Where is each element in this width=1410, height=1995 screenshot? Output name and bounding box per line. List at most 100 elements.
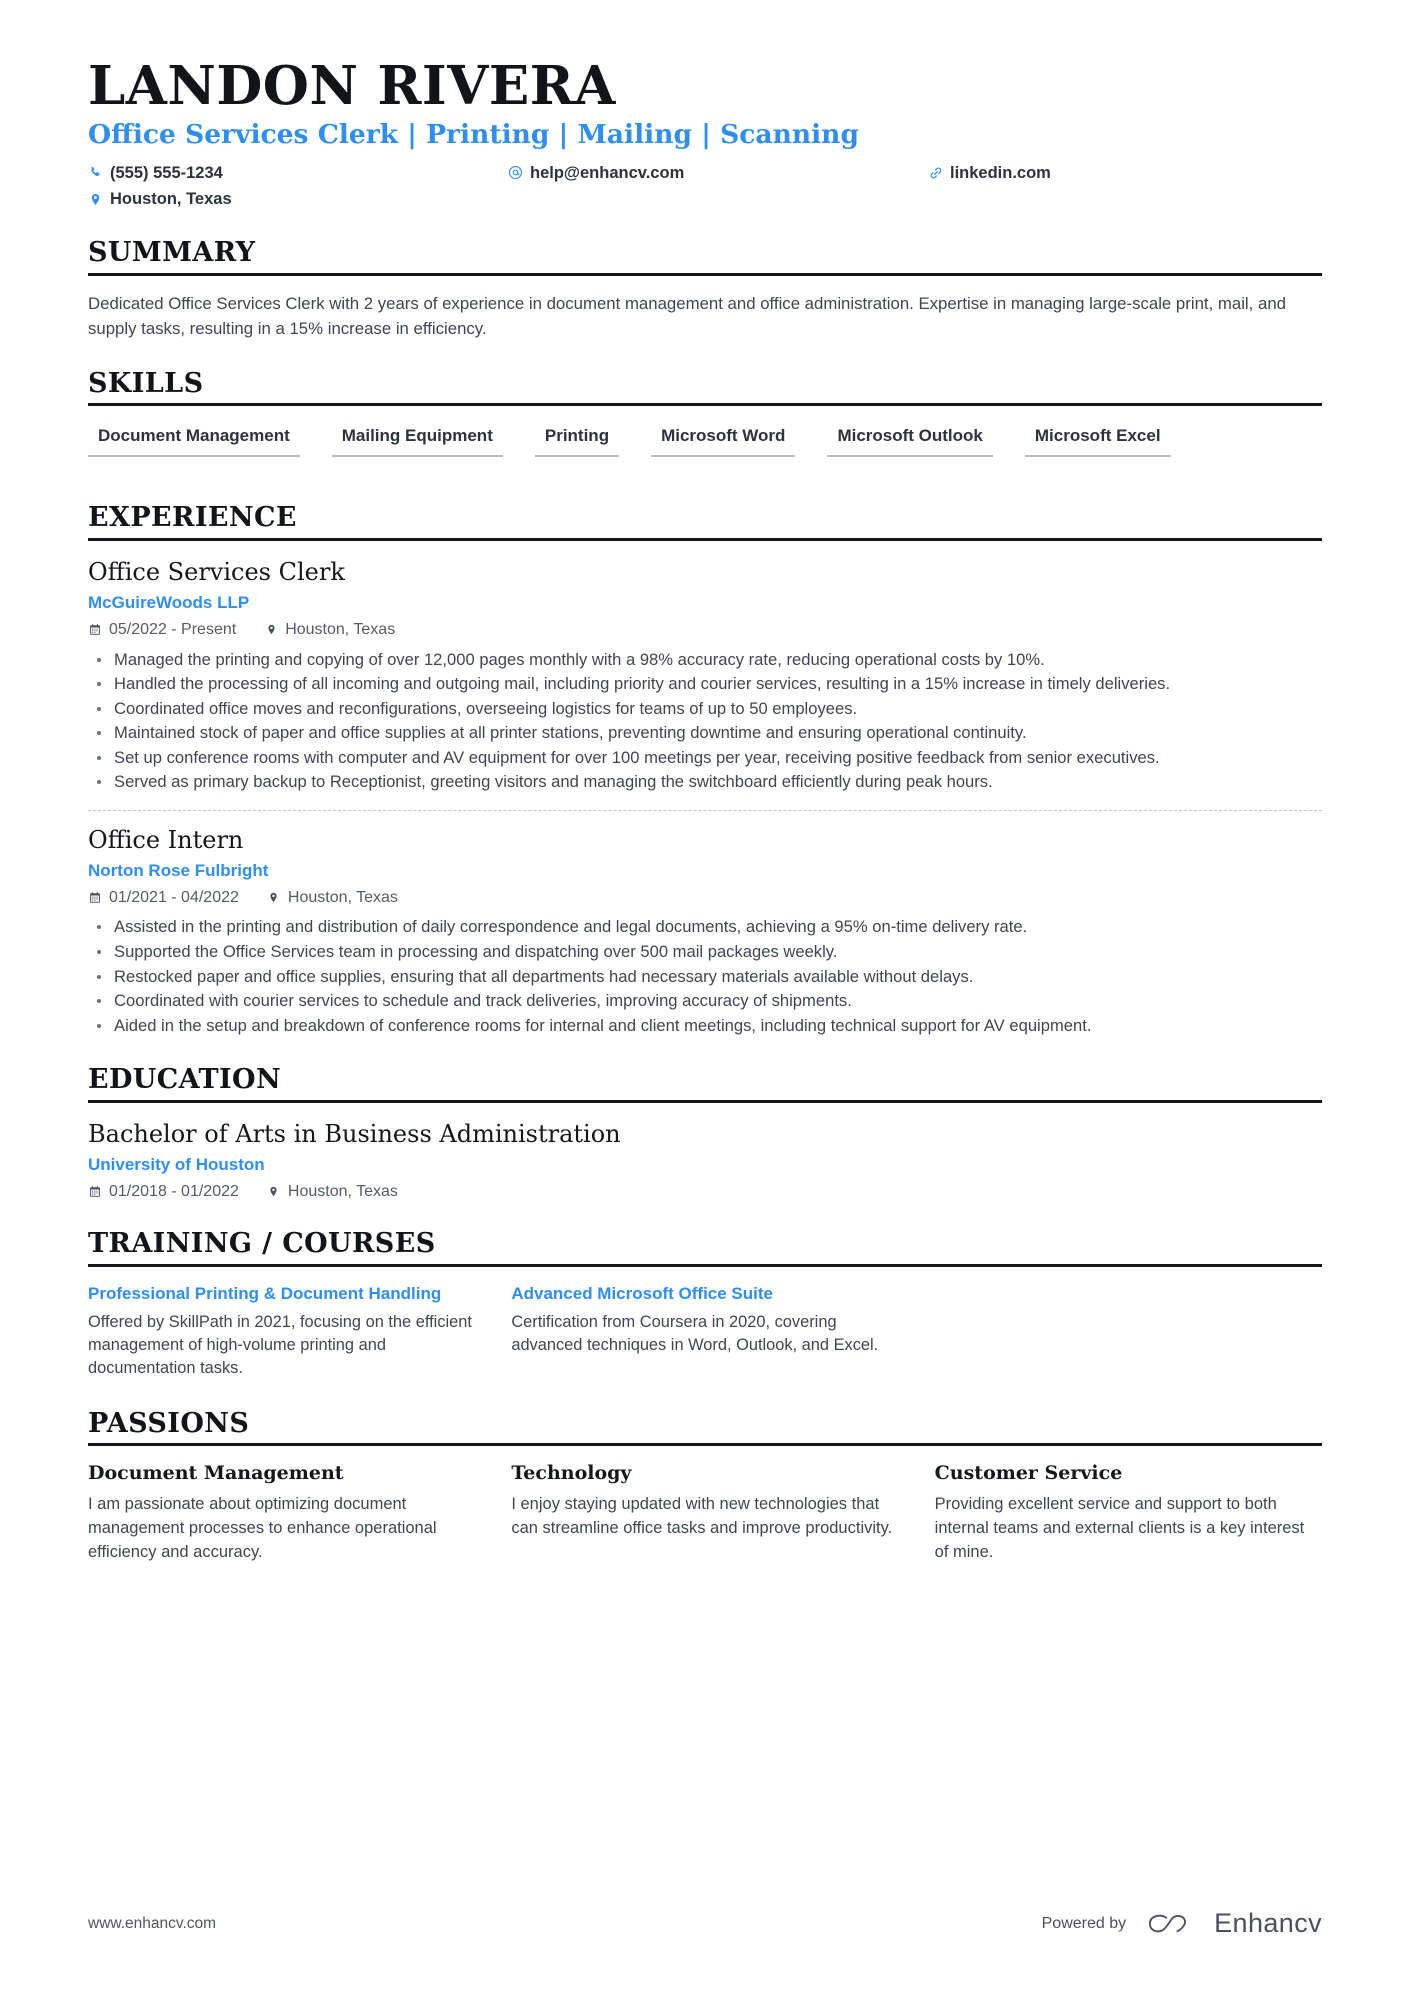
- section-divider: [88, 403, 1322, 407]
- experience-entry: Office Intern Norton Rose Fulbright 01/2…: [88, 825, 1322, 1037]
- section-experience: EXPERIENCE Office Services Clerk McGuire…: [88, 503, 1322, 1037]
- link-icon: [928, 164, 943, 182]
- job-bullet: Maintained stock of paper and office sup…: [88, 721, 1320, 745]
- email-icon: [508, 164, 523, 182]
- skill-chip: Printing: [534, 422, 620, 458]
- job-meta: 05/2022 - Present Houston, Texas: [88, 620, 1322, 639]
- job-bullets: Managed the printing and copying of over…: [88, 648, 1322, 794]
- contact-phone[interactable]: (555) 555-1234: [88, 163, 508, 184]
- powered-by-label: Powered by: [1041, 1914, 1127, 1932]
- section-title-passions: PASSIONS: [88, 1407, 250, 1439]
- page-footer: www.enhancv.com Powered by Enhancv: [88, 1908, 1322, 1939]
- section-title-skills: SKILLS: [88, 367, 204, 399]
- job-bullet: Coordinated office moves and reconfigura…: [88, 697, 1320, 721]
- job-title: Office Services Clerk: [88, 558, 345, 587]
- section-training: TRAINING / COURSES Professional Printing…: [88, 1229, 1322, 1380]
- course-item: Professional Printing & Document Handlin…: [88, 1283, 475, 1381]
- passion-title: Document Management: [88, 1462, 344, 1485]
- section-passions: PASSIONS Document Management I am passio…: [88, 1407, 1322, 1565]
- contact-linkedin-value: linkedin.com: [950, 163, 1051, 182]
- company-name[interactable]: McGuireWoods LLP: [88, 592, 1322, 613]
- section-divider: [88, 1264, 1322, 1267]
- contact-linkedin[interactable]: linkedin.com: [928, 163, 1322, 184]
- job-location: Houston, Texas: [264, 620, 395, 639]
- company-name[interactable]: Norton Rose Fulbright: [88, 860, 1322, 881]
- education-dates: 01/2018 - 01/2022: [88, 1182, 239, 1201]
- job-title: Office Intern: [88, 825, 244, 854]
- passion-description: Providing excellent service and support …: [934, 1495, 1305, 1561]
- job-dates: 05/2022 - Present: [88, 620, 236, 639]
- passion-item: Technology I enjoy staying updated with …: [511, 1462, 898, 1564]
- job-bullets: Assisted in the printing and distributio…: [88, 915, 1322, 1037]
- resume-header: LANDON RIVERA Office Services Clerk | Pr…: [88, 58, 1322, 210]
- job-bullet: Set up conference rooms with computer an…: [88, 746, 1320, 770]
- job-location: Houston, Texas: [267, 888, 398, 907]
- calendar-icon: [88, 1184, 102, 1200]
- course-item: Advanced Microsoft Office Suite Certific…: [511, 1283, 898, 1381]
- section-divider: [88, 538, 1322, 542]
- section-title-education: EDUCATION: [88, 1064, 282, 1096]
- course-item-empty: [935, 1283, 1322, 1381]
- section-title-experience: EXPERIENCE: [88, 502, 297, 534]
- section-skills: SKILLS Document Management Mailing Equip…: [88, 369, 1322, 476]
- enhancv-wordmark: Enhancv: [1214, 1908, 1322, 1938]
- section-summary: SUMMARY Dedicated Office Services Clerk …: [88, 238, 1322, 341]
- job-location-value: Houston, Texas: [285, 621, 396, 639]
- job-bullet: Served as primary backup to Receptionist…: [88, 770, 1320, 794]
- school-name[interactable]: University of Houston: [88, 1154, 1322, 1175]
- skill-chip: Document Management: [88, 422, 300, 458]
- passion-description: I am passionate about optimizing documen…: [88, 1495, 437, 1561]
- location-icon: [267, 890, 281, 906]
- education-meta: 01/2018 - 01/2022 Houston, Texas: [88, 1182, 1322, 1201]
- phone-icon: [88, 164, 103, 182]
- course-title[interactable]: Professional Printing & Document Handlin…: [88, 1283, 475, 1305]
- section-divider: [88, 272, 1322, 276]
- job-dates-value: 05/2022 - Present: [109, 621, 237, 639]
- job-location-value: Houston, Texas: [287, 889, 398, 907]
- section-divider: [88, 1443, 1322, 1447]
- job-meta: 01/2021 - 04/2022 Houston, Texas: [88, 888, 1322, 907]
- location-icon: [267, 1184, 281, 1200]
- job-bullet: Supported the Office Services team in pr…: [88, 940, 1320, 964]
- skills-list: Document Management Mailing Equipment Pr…: [88, 422, 1322, 475]
- passion-title: Customer Service: [934, 1462, 1123, 1485]
- location-icon: [264, 622, 278, 638]
- contact-location-value: Houston, Texas: [110, 190, 232, 209]
- passion-title: Technology: [511, 1462, 632, 1485]
- education-dates-value: 01/2018 - 01/2022: [109, 1183, 239, 1201]
- job-bullet: Handled the processing of all incoming a…: [88, 672, 1320, 696]
- contact-phone-value: (555) 555-1234: [110, 163, 223, 182]
- job-bullet: Aided in the setup and breakdown of conf…: [88, 1014, 1320, 1038]
- skill-chip: Microsoft Word: [651, 422, 796, 458]
- training-grid: Professional Printing & Document Handlin…: [88, 1283, 1322, 1381]
- job-bullet: Managed the printing and copying of over…: [88, 648, 1320, 672]
- course-description: Offered by SkillPath in 2021, focusing o…: [88, 1312, 472, 1378]
- calendar-icon: [88, 622, 102, 638]
- enhancv-mark-icon: [1149, 1914, 1187, 1932]
- location-icon: [88, 190, 103, 208]
- job-bullet: Assisted in the printing and distributio…: [88, 915, 1320, 939]
- course-title[interactable]: Advanced Microsoft Office Suite: [511, 1283, 898, 1305]
- job-dates-value: 01/2021 - 04/2022: [109, 889, 239, 907]
- passion-description: I enjoy staying updated with new technol…: [511, 1495, 893, 1537]
- candidate-name: LANDON RIVERA: [88, 55, 616, 117]
- skill-chip: Microsoft Outlook: [827, 422, 993, 458]
- education-entry: Bachelor of Arts in Business Administrat…: [88, 1119, 1322, 1201]
- contact-email[interactable]: help@enhancv.com: [508, 163, 928, 184]
- job-dates: 01/2021 - 04/2022: [88, 888, 239, 907]
- job-bullet: Restocked paper and office supplies, ens…: [88, 965, 1320, 989]
- job-bullet: Coordinated with courier services to sch…: [88, 989, 1320, 1013]
- experience-entry: Office Services Clerk McGuireWoods LLP 0…: [88, 557, 1322, 794]
- education-location-value: Houston, Texas: [287, 1183, 398, 1201]
- footer-url[interactable]: www.enhancv.com: [88, 1915, 216, 1933]
- contact-grid: (555) 555-1234 help@enhancv.com linkedin…: [88, 163, 1322, 210]
- section-divider: [88, 1099, 1322, 1103]
- education-location: Houston, Texas: [267, 1182, 398, 1201]
- passion-item: Document Management I am passionate abou…: [88, 1462, 475, 1564]
- section-title-summary: SUMMARY: [88, 236, 256, 268]
- skill-chip: Microsoft Excel: [1024, 422, 1171, 458]
- candidate-headline: Office Services Clerk | Printing | Maili…: [88, 119, 859, 151]
- contact-email-value: help@enhancv.com: [530, 163, 685, 182]
- skill-chip: Mailing Equipment: [331, 422, 503, 458]
- passions-grid: Document Management I am passionate abou…: [88, 1462, 1322, 1564]
